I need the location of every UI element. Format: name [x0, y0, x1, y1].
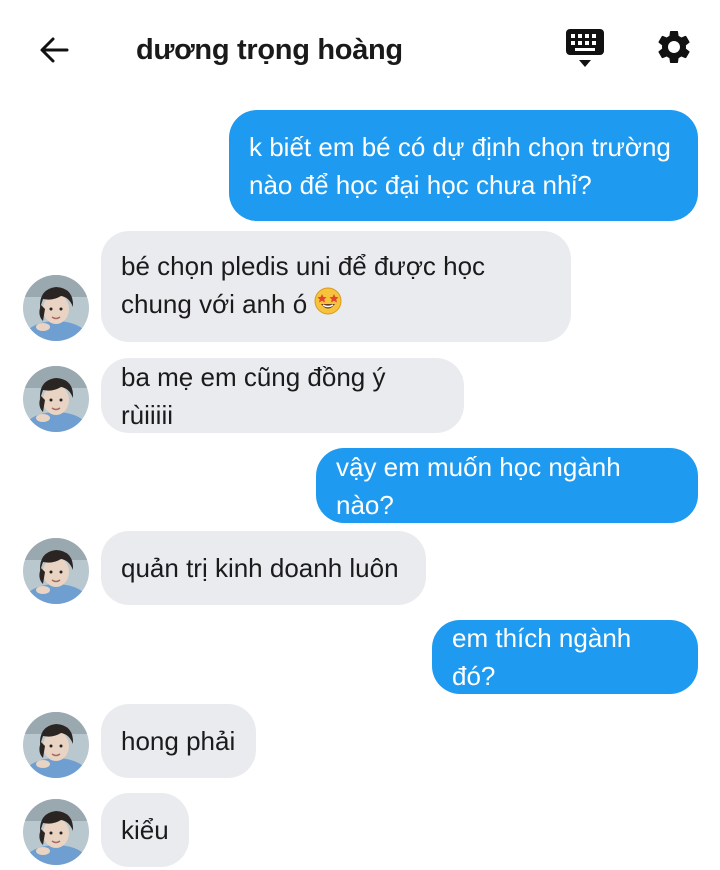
avatar-image [23, 712, 89, 778]
avatar[interactable] [23, 366, 89, 432]
star-struck-emoji-icon [313, 286, 343, 326]
message-bubble-incoming[interactable]: kiểu [101, 793, 189, 867]
message-text-line: k biết em bé có dự định chọn trường [249, 131, 671, 162]
message-text-line: bé chọn pledis uni để được học [121, 250, 486, 281]
message-bubble-outgoing[interactable]: em thích ngành đó? [432, 620, 698, 694]
avatar-image [23, 538, 89, 604]
avatar[interactable] [23, 799, 89, 865]
back-button[interactable] [34, 30, 74, 70]
message-bubble-incoming[interactable]: quản trị kinh doanh luôn [101, 531, 426, 605]
keyboard-button[interactable] [565, 27, 605, 71]
chat-header: dương trọng hoàng [0, 0, 720, 100]
avatar-image [23, 366, 89, 432]
arrow-left-icon [40, 37, 69, 63]
message-text-segment: chung với anh ó [121, 288, 308, 319]
message-text-line: em thích ngành đó? [452, 623, 632, 691]
message-text-line: kiểu [121, 815, 169, 845]
avatar[interactable] [23, 538, 89, 604]
conversation-title: dương trọng hoàng [136, 34, 403, 66]
message-text-line: hong phải [121, 726, 236, 756]
message-bubble-outgoing[interactable]: k biết em bé có dự định chọn trường nào … [229, 110, 698, 221]
keyboard-icon [566, 29, 604, 67]
message-text-line: ba mẹ em cũng đồng ý rùiiiii [121, 361, 386, 430]
message-bubble-incoming[interactable]: hong phải [101, 704, 256, 778]
message-text-line: quản trị kinh doanh luôn [121, 553, 399, 583]
message-bubble-incoming[interactable]: ba mẹ em cũng đồng ý rùiiiii [101, 358, 464, 433]
avatar-image [23, 799, 89, 865]
message-text-line: nào để học đại học chưa nhỉ? [249, 169, 592, 200]
avatar-image [23, 275, 89, 341]
message-bubble-outgoing[interactable]: vậy em muốn học ngành nào? [316, 448, 698, 523]
message-text-line: vậy em muốn học ngành nào? [336, 451, 621, 520]
avatar[interactable] [23, 712, 89, 778]
message-bubble-incoming[interactable]: bé chọn pledis uni để được học chung với… [101, 231, 571, 342]
gear-icon [658, 30, 690, 63]
message-text-line: chung với anh ó [121, 285, 551, 326]
settings-button[interactable] [654, 27, 696, 69]
avatar[interactable] [23, 275, 89, 341]
